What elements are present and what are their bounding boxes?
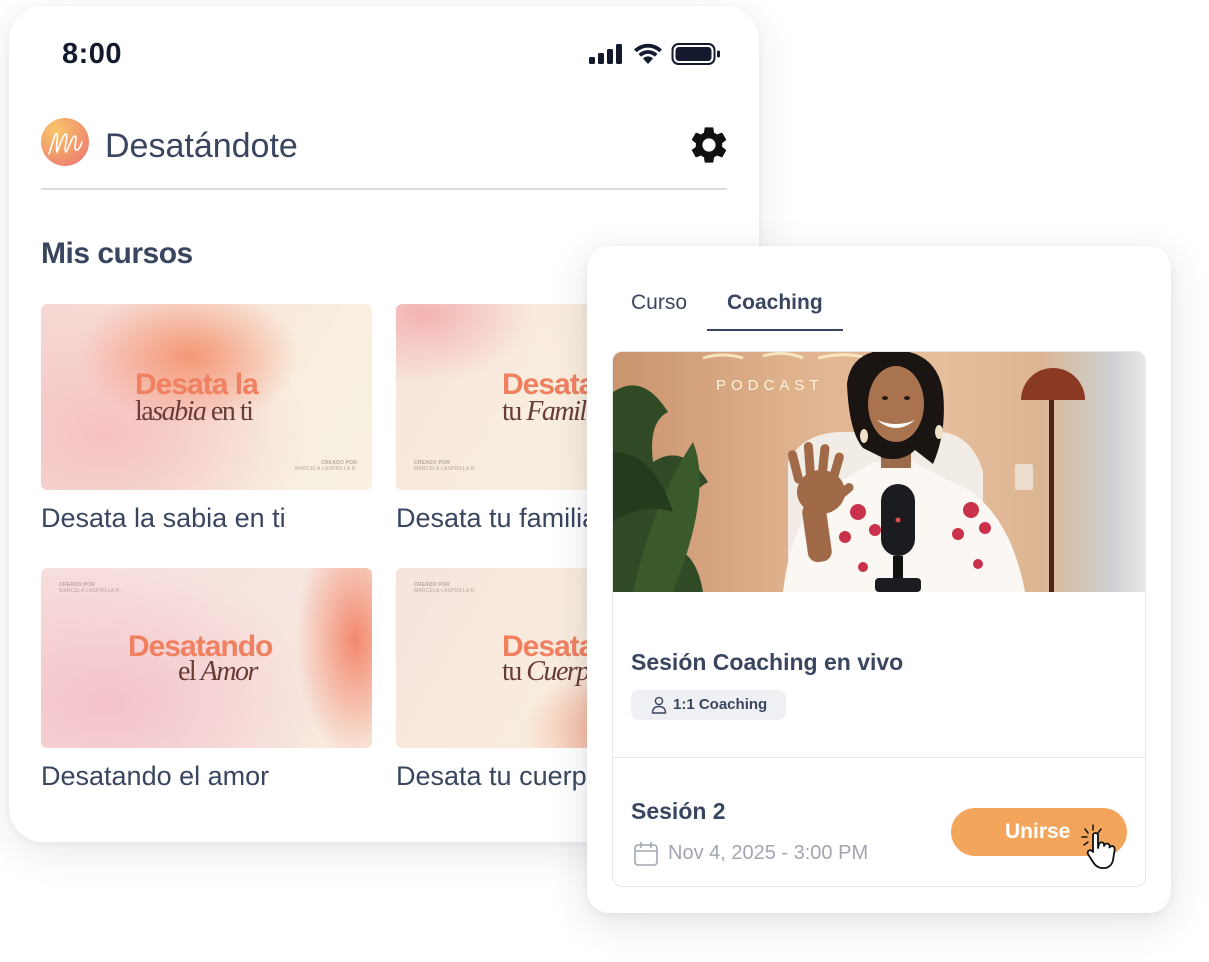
user-icon (651, 696, 667, 714)
thumbnail-credit: CREADO POR MARCELA LASPRILLA R. (414, 582, 477, 594)
gear-icon (691, 127, 727, 163)
active-tab-indicator (707, 329, 843, 331)
thumbnail-subtitle: lasabia en ti (135, 396, 254, 427)
app-title: Desatándote (105, 127, 298, 165)
course-card-sabia[interactable]: Desata la lasabia en ti CREADO POR MARCEL… (41, 304, 372, 534)
thumbnail-credit: CREADO POR MARCELA LASPRILLA R. (59, 582, 122, 594)
app-header: Desatándote (41, 118, 727, 190)
video-illustration: PODCAST (613, 352, 1085, 592)
wifi-icon (634, 43, 662, 64)
session-title: Sesión Coaching en vivo (631, 649, 904, 675)
battery-icon (671, 43, 720, 65)
course-thumbnail[interactable]: Desata la lasabia en ti CREADO POR MARCEL… (41, 304, 372, 490)
calendar-icon (634, 841, 658, 866)
thumbnail-subtitle: el Amor (178, 656, 258, 687)
podcast-sign: PODCAST (716, 377, 824, 394)
section-title: Mis cursos (41, 237, 193, 270)
thumbnail-credit: CREADO POR MARCELA LASPRILLA R. (295, 460, 358, 472)
status-time: 8:00 (62, 38, 123, 70)
course-title[interactable]: Desatando el amor (41, 761, 372, 792)
tab-curso[interactable]: Curso (631, 291, 687, 315)
panel-divider (613, 757, 1145, 758)
signal-icon (589, 44, 622, 64)
settings-button[interactable] (687, 123, 731, 167)
header-divider (41, 188, 727, 190)
coaching-card: Curso Coaching PODCAST Sesión Coaching e… (587, 246, 1171, 913)
session-type-badge: 1:1 Coaching (631, 690, 787, 720)
thumbnail-credit: CREADO POR MARCELA LASPRILLA R. (414, 460, 477, 472)
hand-cursor-icon (1081, 824, 1116, 869)
next-session-title: Sesión 2 (631, 798, 726, 824)
course-title[interactable]: Desata la sabia en ti (41, 503, 372, 534)
session-panel: PODCAST Sesión Coaching en vivo 1:1 Coac… (612, 351, 1146, 887)
course-card-amor[interactable]: Desatando el Amor CREADO POR MARCELA LASP… (41, 568, 372, 792)
brand-logo-icon (41, 118, 89, 166)
next-session-date: Nov 4, 2025 - 3:00 PM (668, 842, 869, 864)
plant-icon (613, 385, 708, 592)
tab-coaching[interactable]: Coaching (727, 291, 823, 315)
status-icons (589, 42, 721, 66)
coaching-video-thumbnail[interactable]: PODCAST (613, 352, 1145, 592)
course-thumbnail[interactable]: Desatando el Amor CREADO POR MARCELA LASP… (41, 568, 372, 748)
